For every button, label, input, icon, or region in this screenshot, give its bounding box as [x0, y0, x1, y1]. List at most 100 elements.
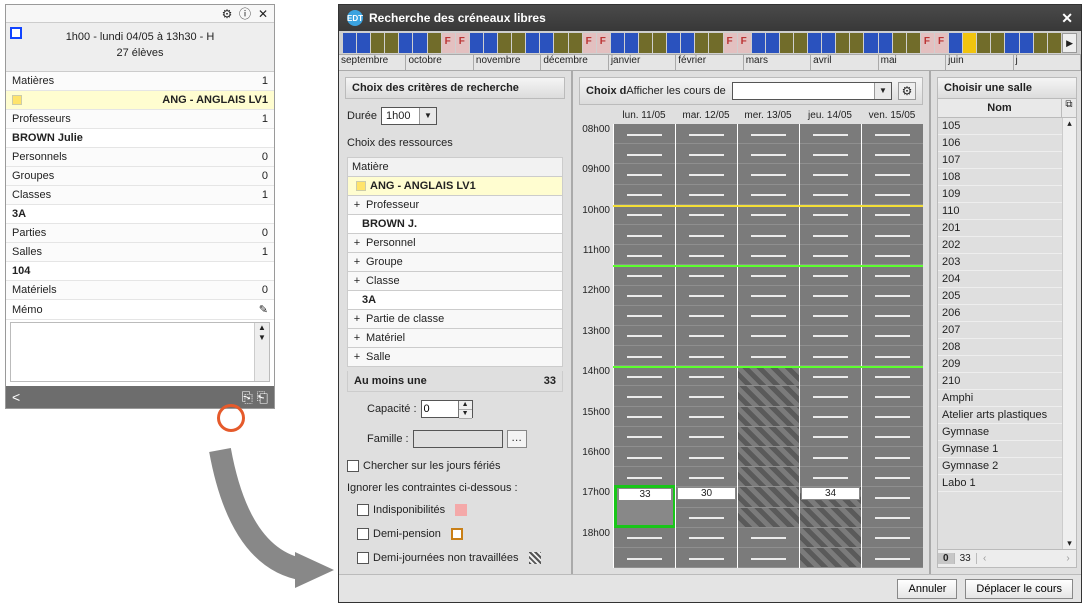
month-label[interactable]: février	[676, 55, 743, 70]
time-slot[interactable]	[676, 508, 737, 528]
week-block[interactable]	[399, 33, 412, 53]
week-block[interactable]	[428, 33, 441, 53]
week-block[interactable]	[963, 33, 976, 53]
time-slot[interactable]	[738, 487, 799, 507]
rooms-copy-icon[interactable]: ⧉	[1062, 99, 1076, 117]
plus-icon[interactable]: +	[352, 256, 362, 268]
week-block[interactable]	[850, 33, 863, 53]
week-block[interactable]	[484, 33, 497, 53]
year-week-strip[interactable]: ▶	[339, 31, 1081, 55]
rooms-col-header[interactable]: Nom	[938, 99, 1062, 117]
week-block[interactable]	[752, 33, 765, 53]
time-slot[interactable]	[738, 286, 799, 306]
edit-icon[interactable]: ✎	[259, 303, 268, 316]
time-slot[interactable]	[614, 286, 675, 306]
left-row[interactable]: 104	[6, 262, 274, 281]
time-slot[interactable]	[614, 185, 675, 205]
time-slot[interactable]	[862, 144, 923, 164]
room-item[interactable]: 203	[938, 254, 1062, 271]
time-slot[interactable]	[800, 326, 861, 346]
room-item[interactable]: Gymnase 1	[938, 441, 1062, 458]
week-block[interactable]	[512, 33, 525, 53]
time-slot[interactable]	[862, 326, 923, 346]
resource-row[interactable]: +Salle	[347, 348, 563, 367]
time-slot[interactable]	[862, 407, 923, 427]
week-block[interactable]	[653, 33, 666, 53]
time-slot[interactable]	[738, 124, 799, 144]
time-slot[interactable]	[676, 265, 737, 285]
week-block[interactable]	[921, 33, 934, 53]
week-block[interactable]	[991, 33, 1004, 53]
month-label[interactable]: j	[1014, 55, 1081, 70]
time-slot[interactable]	[738, 427, 799, 447]
resource-row[interactable]: +Matériel	[347, 329, 563, 348]
time-slot[interactable]	[800, 548, 861, 568]
week-block[interactable]	[822, 33, 835, 53]
cancel-button[interactable]: Annuler	[897, 579, 957, 599]
time-slot[interactable]	[676, 548, 737, 568]
time-slot[interactable]	[614, 306, 675, 326]
time-slot[interactable]	[862, 185, 923, 205]
time-slot[interactable]	[676, 346, 737, 366]
month-label[interactable]: novembre	[474, 55, 541, 70]
room-item[interactable]: Labo 1	[938, 475, 1062, 492]
left-row[interactable]: BROWN Julie	[6, 129, 274, 148]
dialog-close-icon[interactable]: ✕	[1061, 10, 1073, 27]
week-block[interactable]	[456, 33, 469, 53]
time-slot[interactable]	[614, 366, 675, 386]
week-block[interactable]	[540, 33, 553, 53]
left-row[interactable]: Parties0	[6, 224, 274, 243]
week-block[interactable]	[949, 33, 962, 53]
week-block[interactable]	[709, 33, 722, 53]
time-slot[interactable]	[614, 205, 675, 225]
left-row[interactable]: ANG - ANGLAIS LV1	[6, 91, 274, 110]
week-block[interactable]	[611, 33, 624, 53]
plus-icon[interactable]: +	[352, 199, 362, 211]
week-block[interactable]	[371, 33, 384, 53]
week-block[interactable]	[343, 33, 356, 53]
resource-row[interactable]: Matière	[347, 157, 563, 177]
week-block[interactable]	[625, 33, 638, 53]
time-slot[interactable]	[676, 528, 737, 548]
weeks-next-icon[interactable]: ▶	[1062, 33, 1077, 53]
time-slot[interactable]	[676, 225, 737, 245]
time-slot[interactable]	[800, 386, 861, 406]
week-block[interactable]	[780, 33, 793, 53]
left-row[interactable]: Salles1	[6, 243, 274, 262]
rooms-list[interactable]: 1051061071081091102012022032042052062072…	[938, 118, 1062, 549]
time-slot[interactable]	[614, 326, 675, 346]
time-slot[interactable]	[738, 245, 799, 265]
room-item[interactable]: 109	[938, 186, 1062, 203]
week-block[interactable]	[413, 33, 426, 53]
time-slot[interactable]	[738, 225, 799, 245]
course-filter-select[interactable]	[732, 82, 892, 100]
time-slot[interactable]	[676, 366, 737, 386]
resource-row[interactable]: BROWN J.	[347, 215, 563, 234]
time-slot[interactable]	[862, 447, 923, 467]
time-slot[interactable]	[738, 447, 799, 467]
famille-input[interactable]	[413, 430, 503, 448]
time-slot[interactable]	[676, 427, 737, 447]
week-block[interactable]	[639, 33, 652, 53]
time-slot[interactable]	[676, 467, 737, 487]
time-slot[interactable]	[738, 407, 799, 427]
time-slot[interactable]	[862, 366, 923, 386]
time-slot[interactable]	[738, 508, 799, 528]
time-slot[interactable]	[862, 245, 923, 265]
week-block[interactable]	[385, 33, 398, 53]
time-slot[interactable]	[800, 346, 861, 366]
time-slot[interactable]	[738, 164, 799, 184]
room-item[interactable]: 110	[938, 203, 1062, 220]
time-slot[interactable]	[800, 427, 861, 447]
capacite-stepper[interactable]: ▲▼	[421, 400, 473, 418]
time-slot[interactable]	[738, 467, 799, 487]
time-slot[interactable]	[862, 286, 923, 306]
c2-checkbox[interactable]	[357, 528, 369, 540]
month-label[interactable]: septembre	[339, 55, 406, 70]
time-slot[interactable]	[800, 225, 861, 245]
time-slot[interactable]	[800, 447, 861, 467]
time-slot[interactable]	[800, 528, 861, 548]
room-item[interactable]: 106	[938, 135, 1062, 152]
left-row[interactable]: Matériels0	[6, 281, 274, 300]
week-block[interactable]	[1005, 33, 1018, 53]
